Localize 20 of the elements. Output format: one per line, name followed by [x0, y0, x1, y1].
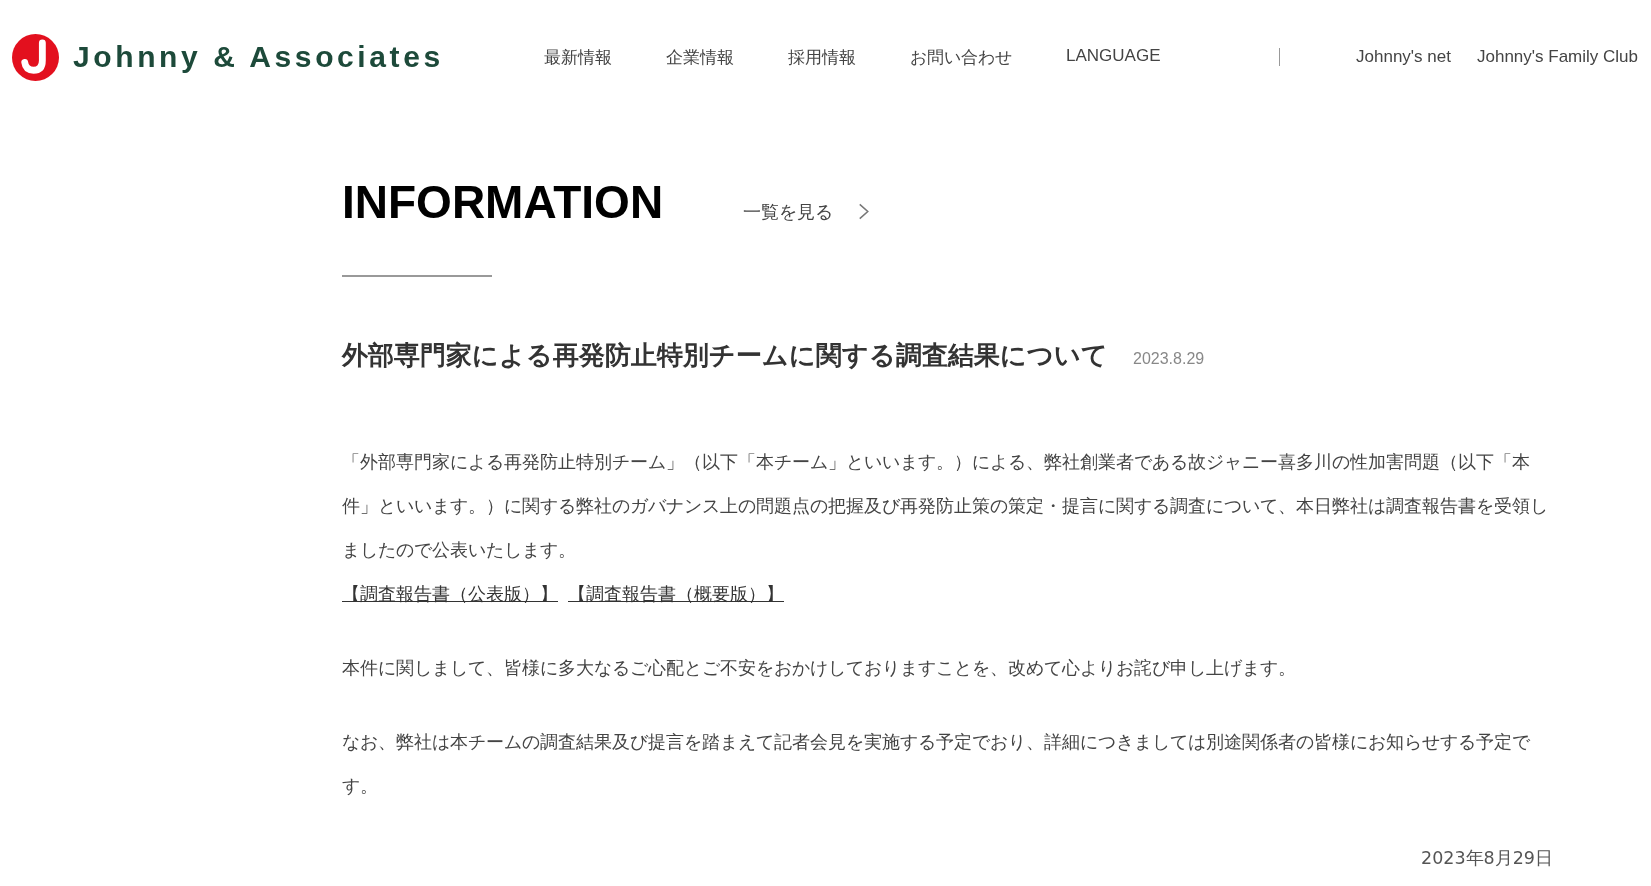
brand-name[interactable]: Johnny & Associates	[73, 40, 444, 74]
external-link[interactable]: Johnny's Family Club	[1476, 47, 1638, 67]
article-title: 外部専門家による再発防止特別チームに関する調査結果について	[342, 339, 1108, 372]
nav-link[interactable]: お問い合わせ	[910, 45, 1012, 69]
chevron-right-icon[interactable]	[858, 202, 871, 220]
external-link[interactable]: Johnny's net	[1356, 47, 1451, 67]
logo-icon[interactable]	[12, 33, 59, 81]
body-paragraph: 本件に関しまして、皆様に多大なるご心配とご不安をおかけしておりますことを、改めて心よりお詫び申し上げます。	[342, 657, 1297, 680]
nav-link[interactable]: 最新情報	[544, 45, 612, 69]
nav-link[interactable]: 採用情報	[788, 45, 856, 69]
report-link[interactable]: 【調査報告書（公表版）】	[342, 572, 558, 616]
signed-date: 2023年8月29日	[1421, 847, 1553, 870]
body-paragraph: 「外部専門家による再発防止特別チーム」（以下「本チーム」といいます。）による、弊社創業者である故ジャニー喜多川の性加害問題（以下「本件」といいます。）に関する弊社のガバナンス上の問題点の把握及び再発防止策の策定・提言に関する調査について、本日弊社は調査報告書を受領しましたので公表いたします。	[342, 451, 1549, 562]
section-title: INFORMATION	[342, 175, 664, 230]
view-all-link[interactable]: 一覧を見る	[743, 200, 834, 224]
article-date: 2023.8.29	[1133, 350, 1205, 368]
body-paragraph: なお、弊社は本チームの調査結果及び提言を踏まえて記者会見を実施する予定でおり、詳細につきましては別途関係者の皆様にお知らせする予定です。	[342, 731, 1531, 798]
nav-link[interactable]: 企業情報	[666, 45, 734, 69]
report-link[interactable]: 【調査報告書（概要版）】	[568, 572, 784, 616]
nav-link[interactable]: LANGUAGE	[1066, 45, 1161, 69]
